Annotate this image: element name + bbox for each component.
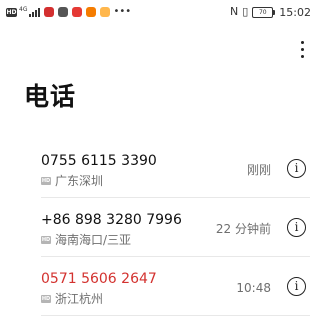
divider <box>41 315 310 316</box>
more-dot <box>300 40 304 44</box>
info-icon[interactable]: i <box>287 159 306 178</box>
status-bar-left: HD 4G ••• <box>6 6 131 18</box>
app-notification-icon <box>58 7 69 17</box>
divider <box>41 197 310 198</box>
call-subline: HD 海南海口/三亚 <box>41 232 131 248</box>
phone-app-screen: HD 4G ••• N ▯ 70 15:02 电话 0755 6115 3390… <box>0 0 330 321</box>
hd-call-icon: HD <box>41 295 51 303</box>
cloud-icon <box>100 7 111 17</box>
call-number: 0755 6115 3390 <box>41 153 157 169</box>
status-time: 15:02 <box>279 5 311 19</box>
status-bar-right: N ▯ 70 15:02 <box>230 5 311 19</box>
call-time: 刚刚 <box>246 163 271 177</box>
nfc-icon: N <box>230 5 239 18</box>
call-time: 22 分钟前 <box>215 222 271 236</box>
status-bar: HD 4G ••• N ▯ 70 15:02 <box>0 0 330 24</box>
app-notification-icon <box>86 7 97 17</box>
call-log-item[interactable]: 0571 5606 2647 HD 浙江杭州 10:48 i <box>0 258 330 316</box>
call-location: 广东深圳 <box>55 174 104 188</box>
app-notification-icon <box>44 7 55 17</box>
vibrate-icon: ▯ <box>242 5 249 18</box>
battery-icon: 70 <box>252 6 276 18</box>
hd-voice-icon: HD <box>6 7 17 17</box>
more-dot <box>300 47 304 51</box>
more-vertical-icon[interactable] <box>292 34 312 64</box>
call-location: 海南海口/三亚 <box>55 233 132 247</box>
network-type-label: 4G <box>19 5 28 13</box>
call-log-item[interactable]: +86 898 3280 7996 HD 海南海口/三亚 22 分钟前 i <box>0 199 330 257</box>
signal-icon <box>29 7 41 17</box>
call-subline: HD 浙江杭州 <box>41 291 103 307</box>
missed-call-number: 0571 5606 2647 <box>41 271 157 287</box>
call-location: 浙江杭州 <box>55 292 104 306</box>
app-notification-icon <box>72 7 83 17</box>
page-title: 电话 <box>24 82 77 111</box>
info-icon[interactable]: i <box>287 218 306 237</box>
call-number: +86 898 3280 7996 <box>41 212 182 228</box>
call-time: 10:48 <box>236 281 271 295</box>
more-notifications-icon: ••• <box>113 6 132 17</box>
call-log-item[interactable]: 0755 6115 3390 HD 广东深圳 刚刚 i <box>0 140 330 198</box>
divider <box>41 256 310 257</box>
hd-call-icon: HD <box>41 236 51 244</box>
more-dot <box>300 54 304 58</box>
info-icon[interactable]: i <box>287 277 306 296</box>
call-subline: HD 广东深圳 <box>41 173 103 189</box>
hd-call-icon: HD <box>41 177 51 185</box>
